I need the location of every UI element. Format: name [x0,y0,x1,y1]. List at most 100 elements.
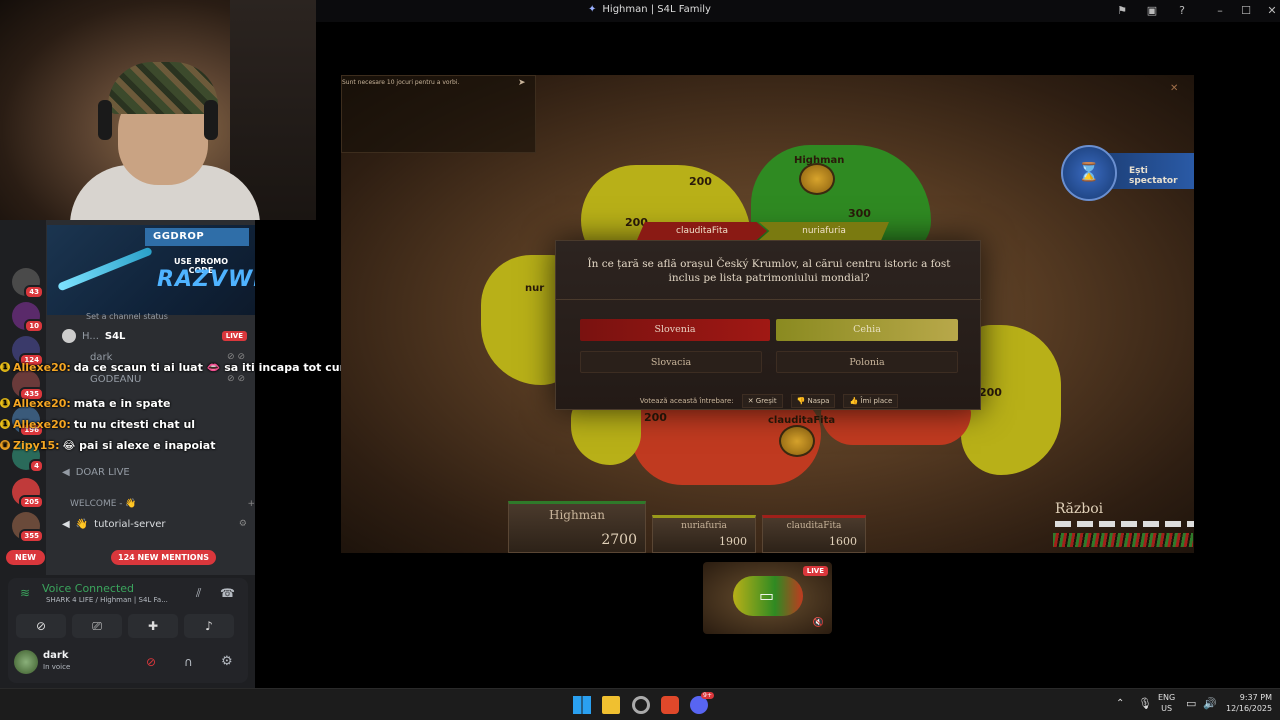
chat-overlay-message: ♛ Zipy15: 😂 pai si alexe e inapoiat [0,436,215,454]
region: US [1161,704,1173,713]
user-avatar[interactable] [14,650,38,674]
answer-option[interactable]: Polonia [776,351,958,373]
player-score: 2700 [601,532,637,548]
webcam-feed [0,0,316,220]
activities-button[interactable]: ✚ [128,614,178,638]
chat-user: Allexe20: [13,360,71,374]
new-mentions-button[interactable]: 124 NEW MENTIONS [111,550,217,565]
chevron-up-icon[interactable]: ⌃ [1116,698,1124,709]
user-status: In voice [43,663,71,671]
war-label: Război [1055,501,1104,517]
vote-bad-button[interactable]: 👎 Naspa [790,394,836,408]
channel-name: DOAR LIVE [75,466,130,478]
close-button[interactable]: ✕ [1264,3,1280,19]
answer-option[interactable]: Slovacia [580,351,762,373]
voice-status[interactable]: Voice Connected [42,582,134,595]
game-chat-box[interactable]: Sunt necesare 10 jocuri pentru a vorbi. … [341,75,536,153]
avatar [62,329,76,343]
taskbar: 9+ ⌃ 🎙 ENG US ▭ 🔊 9:37 PM 12/16/2025 [0,688,1280,720]
headphones-icon[interactable]: ∩ [184,655,193,669]
hourglass-icon: ⌛ [1061,145,1117,201]
volume-icon[interactable]: 🔊 [1203,697,1217,710]
vote-wrong-button[interactable]: ✕ Greșit [741,394,783,408]
inbox-icon[interactable]: ▣ [1144,3,1160,19]
channel-tutorial-server[interactable]: ◀ 👋 tutorial-server ⚙ [62,514,247,534]
new-badge[interactable]: NEW [6,550,45,565]
microphone-icon[interactable]: 🎙 [1138,697,1152,710]
player-name: Highman [549,508,605,522]
channel-settings-icon[interactable]: ⚙ [239,519,247,529]
noise-suppression-icon[interactable]: ⫽ [196,586,201,601]
duel-right-player: nuriafuria [759,222,889,240]
region-value: 200 [689,175,712,188]
promo-brand: GGDROP [145,228,249,246]
file-explorer-icon[interactable] [602,696,620,714]
brave-icon[interactable] [661,696,679,714]
settings-icon[interactable]: ⚙ [221,654,233,669]
chat-text: mata e in spate [73,396,171,410]
vote-like-button[interactable]: 👍 Îmi place [843,394,899,408]
minimize-button[interactable]: – [1212,3,1228,19]
live-badge: LIVE [802,566,828,576]
camera-off-button[interactable]: ⊘ [16,614,66,638]
chat-notice: Sunt necesare 10 jocuri pentru a vorbi. [342,79,460,86]
voice-channel-path[interactable]: SHARK 4 LIFE / Highman | S4L Fa... [46,596,168,604]
map-region-south-east[interactable] [821,405,971,445]
promo-banner[interactable]: GGDROP USE PROMO CODE RAZVWI [47,225,255,315]
chat-overlay-message: 1 Allexe20: tu nu citesti chat ul [0,415,195,433]
wave-icon: 👋 [75,518,89,530]
stream-preview[interactable]: LIVE ▭ 🔇 [703,562,832,634]
windows-start-icon[interactable] [573,696,591,714]
disconnect-icon[interactable]: ☎ [220,586,235,600]
vote-label: Votează această întrebare: [639,397,734,405]
soundboard-button[interactable]: ♪ [184,614,234,638]
category-welcome[interactable]: WELCOME - 👋 + [70,494,255,514]
answer-option[interactable]: Slovenia [580,319,770,341]
voice-member-live[interactable]: H... S4L LIVE [62,326,247,346]
mic-muted-icon[interactable]: ⊘ [146,655,156,669]
help-icon[interactable]: ? [1174,3,1190,19]
player-score: 1900 [719,535,747,548]
castle-shield-icon [799,163,835,195]
chat-text: da ce scaun ti ai luat 👄 sa iti incapa t… [73,360,363,374]
unread-badge: 205 [19,495,44,509]
promo-code: RAZVWI [157,267,255,292]
network-icon[interactable]: ▭ [1186,697,1196,710]
app-icon: ✦ [588,4,597,15]
clock[interactable]: 9:37 PM 12/16/2025 [1226,692,1272,714]
close-icon[interactable]: ✕ [1170,83,1178,94]
region-value: 200 [979,386,1002,399]
language-indicator[interactable]: ENG US [1158,692,1175,714]
server-icon[interactable]: 10 [12,302,44,333]
server-icon[interactable]: 355 [12,512,44,543]
member-name: H... [82,330,99,342]
chat-text: tu nu citesti chat ul [73,417,196,431]
answer-option[interactable]: Cehia [776,319,958,341]
chrome-icon[interactable] [632,696,650,714]
volume-muted-icon[interactable]: 🔇 [813,618,824,628]
add-channel-icon[interactable]: + [247,499,255,509]
channel-status[interactable]: Set a channel status [86,312,168,321]
duel-left-player: clauditaFita [637,222,767,240]
send-icon[interactable]: ➤ [518,78,526,88]
maximize-button[interactable]: ☐ [1238,3,1254,19]
sub-badge-icon: 1 [0,362,10,372]
screen-share-button[interactable]: ⎚ [72,614,122,638]
server-icon[interactable]: 43 [12,268,44,299]
vote-bad-label: Naspa [807,397,830,405]
server-icon[interactable]: 205 [12,478,44,509]
game-stream: Sunt necesare 10 jocuri pentru a vorbi. … [341,75,1194,553]
player-card: Highman 2700 [508,501,646,553]
window-titlebar: ✦ Highman | S4L Family ⚑ ▣ ? – ☐ ✕ [316,0,1280,22]
history-stripes [1053,533,1193,547]
spectator-badge: ⌛ Ești spectator [1061,145,1194,201]
sub-badge-icon: 1 [0,398,10,408]
channel-doar-live[interactable]: ◀ DOAR LIVE [62,462,247,482]
scoreboard: Highman 2700 nuriafuria 1900 clauditaFit… [507,501,1194,553]
spectator-label: Ești spectator [1129,166,1178,186]
flag-icon[interactable]: ⚑ [1114,3,1130,19]
chat-text: 😂 pai si alexe e inapoiat [62,438,216,452]
language: ENG [1158,693,1176,702]
signal-icon: ≋ [20,586,31,600]
chat-user: Zipy15: [13,438,60,452]
